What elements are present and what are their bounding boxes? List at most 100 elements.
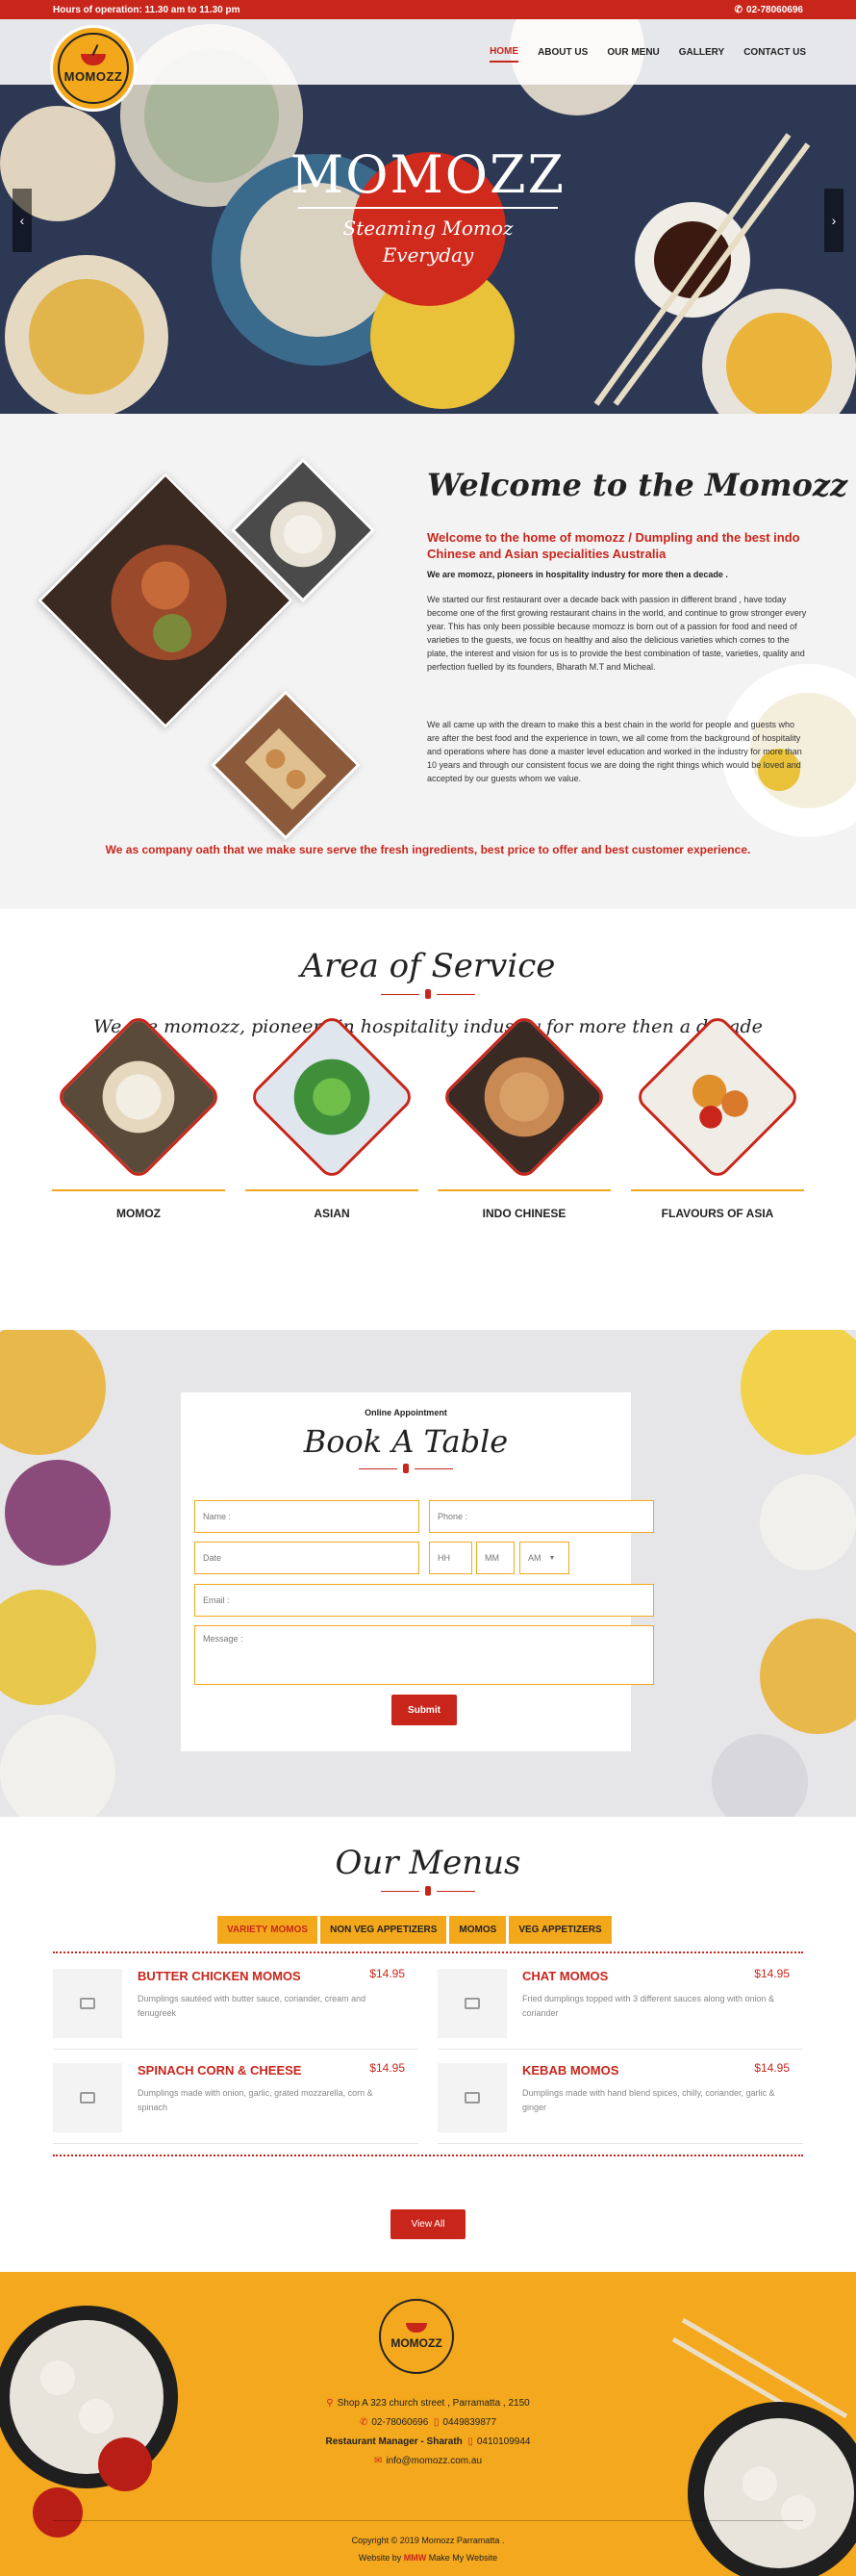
bowl-icon xyxy=(81,53,106,65)
booking-divider xyxy=(181,1464,631,1473)
submit-button[interactable]: Submit xyxy=(391,1695,457,1725)
tab-momos[interactable]: MOMOS xyxy=(449,1916,507,1944)
mobile-icon: ▯ xyxy=(433,2417,440,2428)
menu-item-desc: Fried dumplings topped with 3 different … xyxy=(522,1994,774,2018)
service-item-momoz[interactable]: MOMOZ xyxy=(52,1012,225,1220)
topbar-phone[interactable]: ✆ 02-78060696 xyxy=(735,5,803,15)
menu-item-name: BUTTER CHICKEN MOMOS xyxy=(138,1969,301,1983)
footer-address: Shop A 323 church street , Parramatta , … xyxy=(337,2398,530,2409)
welcome-paragraph-2: We all came up with the dream to make th… xyxy=(427,720,802,783)
image-placeholder-icon xyxy=(465,1998,480,2009)
booking-heading: Book A Table xyxy=(303,1423,509,1460)
menu-tabs: VARIETY MOMOS NON VEG APPETIZERS MOMOS V… xyxy=(217,1916,612,1944)
menu-item[interactable]: CHAT MOMOS $14.95 Fried dumplings topped… xyxy=(438,1961,803,2050)
tab-non-veg-appetizers[interactable]: NON VEG APPETIZERS xyxy=(320,1916,447,1944)
welcome-section: Welcome to the Momozz Welcome to the hom… xyxy=(0,414,856,908)
menu-item-price: $14.95 xyxy=(754,2061,790,2075)
menu-item-thumbnail xyxy=(53,1969,122,2038)
footer-divider xyxy=(53,2520,803,2521)
nav-gallery[interactable]: GALLERY xyxy=(679,43,724,62)
footer-logo-text: MOMOZZ xyxy=(390,2336,442,2350)
bowl-icon xyxy=(406,2323,427,2333)
hero-subtitle-line1: Steaming Momoz xyxy=(342,217,514,240)
nav-home[interactable]: HOME xyxy=(490,42,519,63)
logo-text: MOMOZZ xyxy=(63,68,123,84)
nav-our-menu[interactable]: OUR MENU xyxy=(607,43,659,62)
website-by-text: Website by xyxy=(358,2553,402,2563)
tab-veg-appetizers[interactable]: VEG APPETIZERS xyxy=(509,1916,612,1944)
slider-prev-button[interactable]: ‹ xyxy=(13,189,32,252)
menu-item[interactable]: KEBAB MOMOS $14.95 Dumplings made with h… xyxy=(438,2055,803,2144)
maker-link[interactable]: Make My Website xyxy=(429,2553,497,2563)
phone-icon: ✆ xyxy=(359,2417,368,2428)
mobile-icon: ▯ xyxy=(467,2436,473,2447)
service-heading: Area of Service xyxy=(300,947,556,985)
menu-item[interactable]: SPINACH CORN & CHEESE $14.95 Dumplings m… xyxy=(53,2055,418,2144)
date-field[interactable]: Date xyxy=(194,1542,419,1574)
name-field[interactable]: Name : xyxy=(194,1500,419,1533)
view-all-button[interactable]: View All xyxy=(390,2209,466,2239)
menu-item[interactable]: BUTTER CHICKEN MOMOS $14.95 Dumplings sa… xyxy=(53,1961,418,2050)
service-label: FLAVOURS OF ASIA xyxy=(661,1207,774,1220)
minute-field[interactable]: MM xyxy=(476,1542,515,1574)
footer-phone-2[interactable]: 0449839877 xyxy=(442,2417,496,2428)
chopsticks-icon xyxy=(425,989,431,999)
nav-about-us[interactable]: ABOUT US xyxy=(538,43,588,62)
message-field[interactable]: Message : xyxy=(194,1625,654,1685)
menu-item-name: CHAT MOMOS xyxy=(522,1969,609,1983)
booking-card: Online Appointment Book A Table Name : P… xyxy=(181,1392,654,1751)
service-label: MOMOZ xyxy=(116,1207,161,1220)
copyright-text: Copyright © 2019 Momozz Parramatta . xyxy=(351,2536,505,2545)
footer-logo[interactable]: MOMOZZ xyxy=(379,2299,454,2374)
phone-field[interactable]: Phone : xyxy=(429,1500,654,1533)
menu-item-name: SPINACH CORN & CHEESE xyxy=(138,2063,302,2078)
welcome-heading: Welcome to the Momozz xyxy=(427,467,848,503)
site-logo[interactable]: MOMOZZ xyxy=(50,25,137,112)
service-section: Area of Service We are momozz, pioneers … xyxy=(0,908,856,1330)
image-placeholder-icon xyxy=(465,2092,480,2104)
menu-item-thumbnail xyxy=(53,2063,122,2132)
menu-item-desc: Dumplings sautéed with butter sauce, cor… xyxy=(138,1994,366,2018)
menu-dotted-rule xyxy=(53,2155,803,2156)
slider-next-button[interactable]: › xyxy=(824,189,843,252)
image-placeholder-icon xyxy=(80,2092,95,2104)
menus-heading: Our Menus xyxy=(335,1844,521,1882)
chevron-down-icon: ▼ xyxy=(548,1554,556,1562)
ampm-select[interactable]: AM ▼ xyxy=(519,1542,569,1574)
nav-contact-us[interactable]: CONTACT US xyxy=(743,43,806,62)
email-field[interactable]: Email : xyxy=(194,1584,654,1617)
menu-item-thumbnail xyxy=(438,2063,507,2132)
footer-copyright: Copyright © 2019 Momozz Parramatta . Web… xyxy=(0,2532,856,2566)
menu-item-price: $14.95 xyxy=(369,1967,405,1980)
chopsticks-icon xyxy=(403,1464,409,1473)
menus-divider xyxy=(0,1886,856,1896)
footer-phone-1[interactable]: 02-78060696 xyxy=(371,2417,428,2428)
footer-contact: ⚲ Shop A 323 church street , Parramatta ,… xyxy=(0,2394,856,2471)
welcome-lead: Welcome to the home of momozz / Dumpling… xyxy=(427,530,800,561)
phone-icon: ✆ xyxy=(734,4,743,15)
topbar-phone-number[interactable]: 02-78060696 xyxy=(746,5,803,15)
footer-email[interactable]: info@momozz.com.au xyxy=(386,2456,482,2466)
service-item-asian[interactable]: ASIAN xyxy=(245,1012,418,1220)
hero-slider: HOME ABOUT US OUR MENU GALLERY CONTACT U… xyxy=(0,19,856,414)
welcome-strong: We are momozz, pioneers in hospitality i… xyxy=(427,570,728,579)
chevron-left-icon: ‹ xyxy=(19,213,25,228)
chevron-right-icon: › xyxy=(831,213,837,228)
footer-manager-phone[interactable]: 0410109944 xyxy=(477,2436,531,2447)
ampm-value: AM xyxy=(528,1553,541,1563)
maker-logo[interactable]: MMW xyxy=(404,2553,427,2563)
footer: MOMOZZ ⚲ Shop A 323 church street , Parra… xyxy=(0,2272,856,2576)
hero-title: MOMOZZ xyxy=(290,144,566,205)
menu-item-thumbnail xyxy=(438,1969,507,2038)
welcome-oath: We as company oath that we make sure ser… xyxy=(105,843,751,856)
welcome-image-bottom xyxy=(211,690,361,840)
footer-manager-label: Restaurant Manager - Sharath xyxy=(325,2436,463,2447)
booking-eyebrow: Online Appointment xyxy=(365,1408,447,1417)
tab-variety-momos[interactable]: VARIETY MOMOS xyxy=(217,1916,318,1944)
chopsticks-icon xyxy=(425,1886,431,1896)
map-pin-icon: ⚲ xyxy=(326,2398,334,2409)
service-item-indo-chinese[interactable]: INDO CHINESE xyxy=(438,1012,611,1220)
hour-field[interactable]: HH xyxy=(429,1542,472,1574)
service-item-flavours-of-asia[interactable]: FLAVOURS OF ASIA xyxy=(631,1012,804,1220)
hours-text: Hours of operation: 11.30 am to 11.30 pm xyxy=(53,4,240,15)
